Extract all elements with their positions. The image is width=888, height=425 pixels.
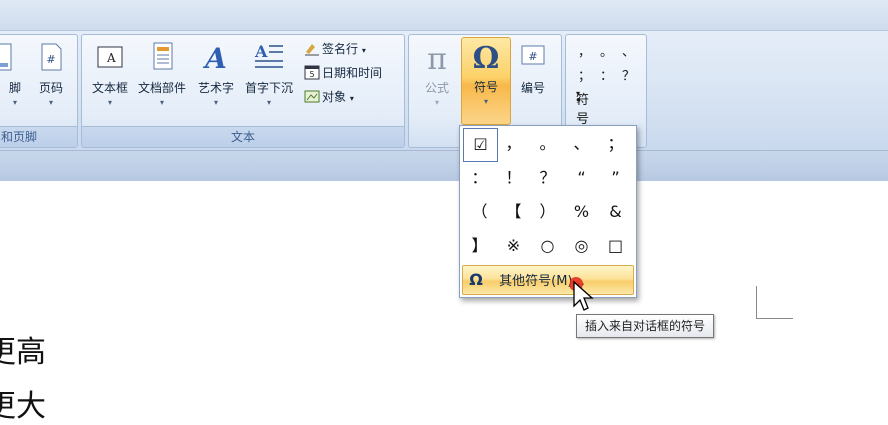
chevron-down-icon: ▾ xyxy=(349,94,354,103)
omega-icon: Ω xyxy=(473,41,500,72)
symbol-cell[interactable]: □ xyxy=(599,230,632,262)
symbol-semicolon[interactable]: ； xyxy=(578,65,591,84)
textbox-label: 文本框 xyxy=(91,81,128,95)
chevron-down-icon: ▾ xyxy=(576,89,581,98)
symbol-cell[interactable]: ： xyxy=(463,162,496,194)
chevron-down-icon: ▾ xyxy=(361,46,366,55)
chevron-down-icon: ▾ xyxy=(12,98,17,107)
symbol-period[interactable]: 。 xyxy=(600,41,613,60)
svg-text:A: A xyxy=(254,42,268,61)
symbol-question[interactable]: ？ xyxy=(622,65,635,84)
symbol-comma[interactable]: ， xyxy=(578,41,591,60)
datetime-button[interactable]: 5 日期和时间 xyxy=(304,63,382,83)
textbox-icon: A xyxy=(97,46,123,68)
svg-text:A: A xyxy=(202,42,227,73)
symbol-cell[interactable]: ○ xyxy=(531,230,564,262)
svg-text:π: π xyxy=(427,42,447,73)
footer-icon xyxy=(0,43,12,71)
symbol-cell[interactable]: 【 xyxy=(497,196,530,228)
wordart-label: 艺术字 xyxy=(197,81,234,95)
svg-text:5: 5 xyxy=(309,70,314,79)
header-footer-group-caption: 和页脚 xyxy=(0,126,77,147)
symbol-cell[interactable]: ◎ xyxy=(565,230,598,262)
pi-icon: π xyxy=(427,42,447,73)
symbol-dropdown: ☑ ， 。 、 ； ： ！ ？ “ ” （ 【 ） % & 】 ※ ○ ◎ □ … xyxy=(459,125,637,298)
symbol-cell[interactable]: & xyxy=(599,196,632,228)
signature-icon xyxy=(305,44,319,56)
chevron-down-icon: ▾ xyxy=(213,98,218,107)
number-button[interactable]: # 编号 xyxy=(509,39,557,119)
document-line-2: 更大 xyxy=(0,389,46,424)
document-line-1: 更高 xyxy=(0,335,46,370)
symbol-cell[interactable]: ” xyxy=(599,162,632,194)
ruler-strip xyxy=(0,151,888,182)
page-number-icon: # xyxy=(41,43,62,71)
symbol-cell[interactable]: “ xyxy=(565,162,598,194)
page-number-label: 页码 xyxy=(38,81,63,95)
datetime-label: 日期和时间 xyxy=(322,66,383,80)
quickparts-label: 文档部件 xyxy=(138,81,187,95)
symbol-cell[interactable]: ☑ xyxy=(463,128,498,162)
number-label: 编号 xyxy=(520,81,545,95)
equation-label: 公式 xyxy=(424,81,449,95)
symbol-cell[interactable]: 】 xyxy=(463,230,496,262)
svg-text:#: # xyxy=(528,50,537,63)
chevron-down-icon: ▾ xyxy=(48,98,53,107)
text-group: A 文本框 ▾ 文档部件 ▾ A 艺术字 ▾ A 首字下沉 ▾ 签名行 ▾ 5日… xyxy=(81,34,405,148)
ribbon: 脚 ▾ # 页码 ▾ 和页脚 A 文本框 ▾ 文档部件 ▾ A 艺术字 ▾ A … xyxy=(0,0,888,151)
signature-label: 签名行 xyxy=(322,42,359,56)
symbol-cell[interactable]: 、 xyxy=(565,128,598,160)
symbol-enum-comma[interactable]: 、 xyxy=(622,41,635,60)
symbol-button[interactable]: Ω 符号 ▾ xyxy=(461,37,511,125)
signature-line-button[interactable]: 签名行 ▾ xyxy=(304,39,366,59)
symbol-cell[interactable]: ， xyxy=(497,128,530,160)
symbol-cell[interactable]: ） xyxy=(531,196,564,228)
svg-text:A: A xyxy=(106,51,116,65)
symbol-cell[interactable]: ？ xyxy=(531,162,564,194)
chevron-down-icon: ▾ xyxy=(483,97,488,106)
page-corner-mark xyxy=(756,286,793,319)
calendar-icon: 5 xyxy=(304,65,320,80)
tooltip: 插入来自对话框的符号 xyxy=(576,314,715,338)
footer-button[interactable]: 脚 ▾ xyxy=(0,39,25,119)
svg-text:#: # xyxy=(46,53,55,66)
textbox-button[interactable]: A 文本框 ▾ xyxy=(86,39,134,119)
dropcap-icon: A xyxy=(254,42,283,68)
quickparts-button[interactable]: 文档部件 ▾ xyxy=(138,39,186,119)
chevron-down-icon: ▾ xyxy=(434,98,439,107)
page-number-button[interactable]: # 页码 ▾ xyxy=(27,39,75,119)
equation-button[interactable]: π 公式 ▾ xyxy=(413,39,461,119)
quickparts-icon xyxy=(153,42,173,70)
object-button[interactable]: 对象 ▾ xyxy=(304,87,354,107)
header-footer-group: 脚 ▾ # 页码 ▾ 和页脚 xyxy=(0,34,78,148)
object-icon xyxy=(304,90,320,103)
wordart-icon: A xyxy=(202,42,227,73)
chevron-down-icon: ▾ xyxy=(159,98,164,107)
symbol-cell[interactable]: ； xyxy=(599,128,632,160)
symbol-cell[interactable]: % xyxy=(565,196,598,228)
object-label: 对象 xyxy=(322,90,347,104)
symbol-cell[interactable]: （ xyxy=(463,196,496,228)
ribbon-tab-strip xyxy=(0,0,888,31)
omega-icon: Ω xyxy=(469,270,483,289)
chevron-down-icon: ▾ xyxy=(107,98,112,107)
svg-text:Ω: Ω xyxy=(473,41,500,72)
dropcap-button[interactable]: A 首字下沉 ▾ xyxy=(245,39,293,119)
symbol-label: 符号 xyxy=(473,80,498,94)
footer-label: 脚 xyxy=(8,81,21,95)
number-icon: # xyxy=(521,45,545,65)
symbol-cell[interactable]: ※ xyxy=(497,230,530,262)
more-symbols-button[interactable]: Ω 其他符号(M)... xyxy=(462,265,634,295)
symbol-cell[interactable]: ！ xyxy=(497,162,530,194)
wordart-button[interactable]: A 艺术字 ▾ xyxy=(192,39,240,119)
document-area[interactable]: 更高 更大 xyxy=(0,181,888,424)
text-group-caption: 文本 xyxy=(82,126,404,147)
mouse-cursor-icon xyxy=(570,277,594,311)
symbol-cell[interactable]: 。 xyxy=(531,128,564,160)
chevron-down-icon: ▾ xyxy=(266,98,271,107)
dropcap-label: 首字下沉 xyxy=(245,81,294,95)
symbol-colon[interactable]: ： xyxy=(600,65,613,84)
